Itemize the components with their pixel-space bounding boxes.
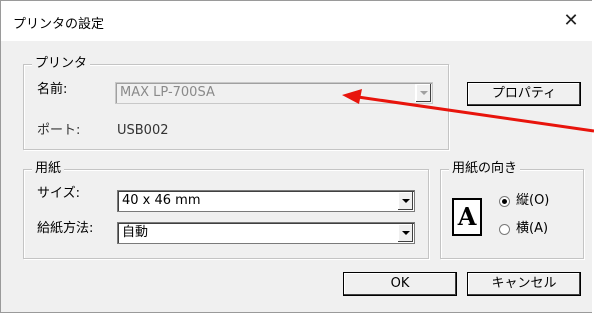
annotation-arrow-head [342,89,362,104]
annotation-arrow [342,89,594,133]
annotation-arrow-shaft [357,95,594,133]
